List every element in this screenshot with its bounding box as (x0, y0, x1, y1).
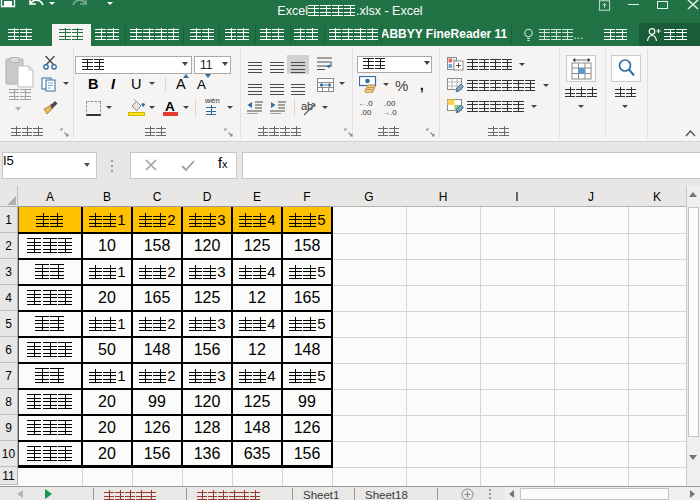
svg-text:ab: ab (301, 100, 313, 112)
